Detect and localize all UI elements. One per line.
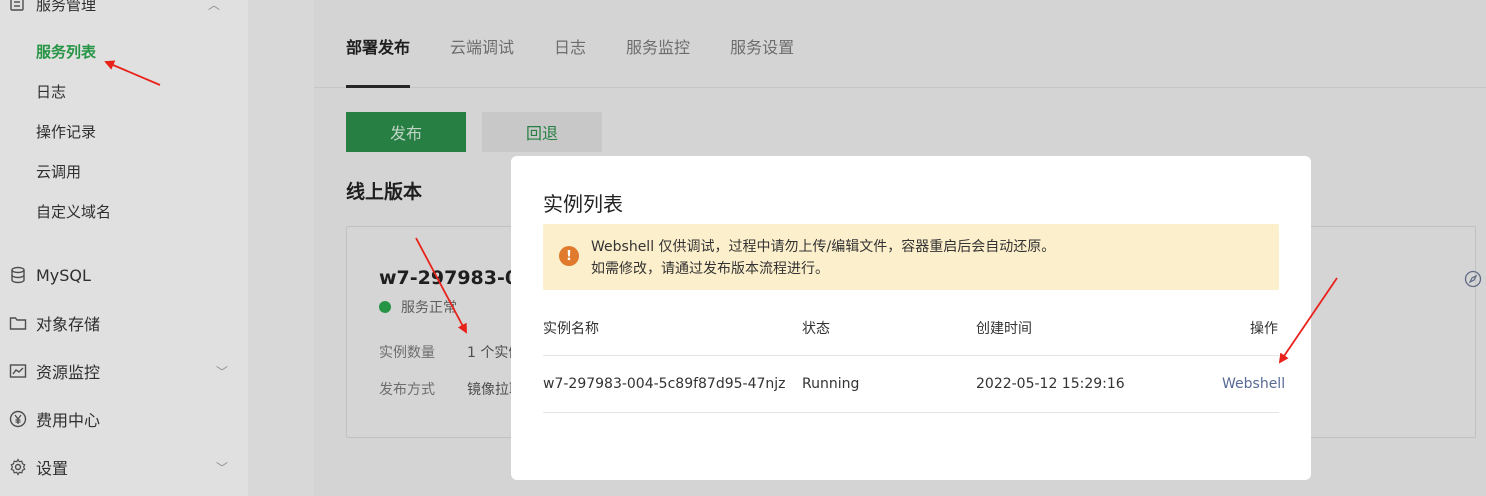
column-header-instance-name: 实例名称 — [543, 321, 599, 337]
table-header-divider — [543, 355, 1279, 356]
table-row-divider — [543, 412, 1279, 413]
notice-line-2: 如需修改，请通过发布版本流程进行。 — [591, 261, 829, 277]
column-header-status: 状态 — [802, 321, 830, 337]
instance-created-cell: 2022-05-12 15:29:16 — [976, 376, 1125, 392]
column-header-created-time: 创建时间 — [976, 321, 1032, 337]
instance-status-cell: Running — [802, 376, 860, 392]
notice-line-1: Webshell 仅供调试，过程中请勿上传/编辑文件，容器重启后会自动还原。 — [591, 239, 1056, 255]
warning-notice: ! Webshell 仅供调试，过程中请勿上传/编辑文件，容器重启后会自动还原。… — [543, 224, 1279, 290]
modal-title: 实例列表 — [543, 192, 623, 216]
webshell-link[interactable]: Webshell — [1222, 376, 1285, 392]
warning-icon: ! — [559, 246, 579, 266]
instance-list-modal: 实例列表 ! Webshell 仅供调试，过程中请勿上传/编辑文件，容器重启后会… — [511, 156, 1311, 480]
column-header-actions: 操作 — [1250, 321, 1278, 337]
instance-name-cell: w7-297983-004-5c89f87d95-47njz — [543, 376, 786, 392]
